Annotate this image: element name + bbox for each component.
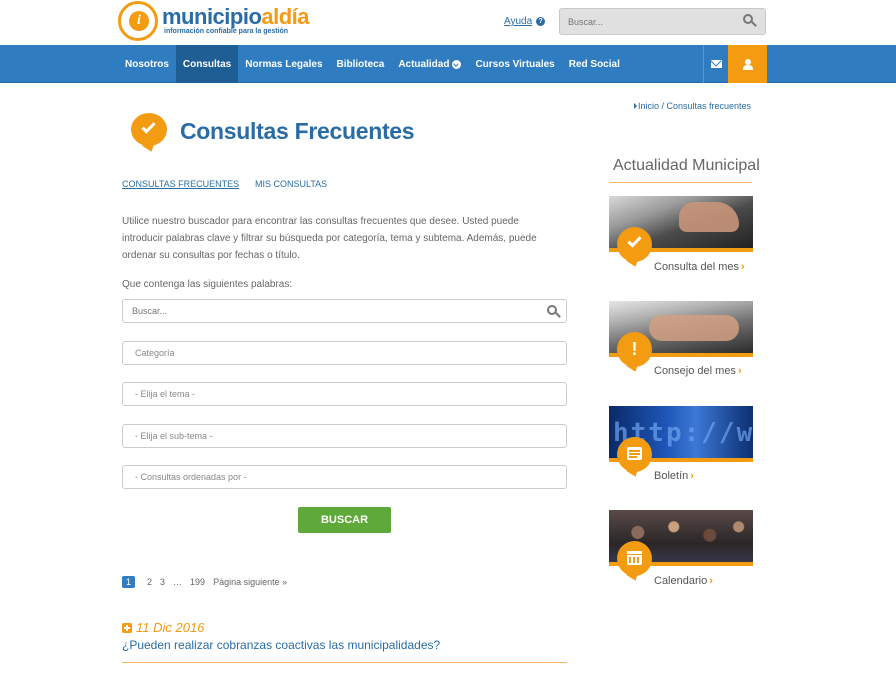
theme-select[interactable]: - Elija el tema - <box>122 382 567 406</box>
page-link[interactable]: 2 <box>147 577 152 587</box>
sidebar-card-label[interactable]: Calendario › <box>654 575 713 587</box>
logo-text: municipioaldía <box>162 4 310 30</box>
help-label: Ayuda <box>504 16 533 27</box>
nav-item-normas-legales[interactable]: Normas Legales <box>238 45 329 83</box>
question-icon: ? <box>536 17 546 26</box>
sidebar-card-label[interactable]: Consulta del mes › <box>654 261 745 273</box>
help-link[interactable]: Ayuda ? <box>504 16 546 27</box>
mail-button[interactable] <box>703 45 728 83</box>
nav-item-nosotros[interactable]: Nosotros <box>118 45 176 83</box>
page-ellipsis: … <box>173 577 183 587</box>
search-submit-button[interactable]: BUSCAR <box>298 507 391 533</box>
sidebar-card-label[interactable]: Consejo del mes › <box>654 365 742 377</box>
logo-mark: i <box>118 1 158 41</box>
envelope-icon <box>710 60 722 68</box>
chevron-down-icon <box>452 59 462 69</box>
site-logo[interactable]: i municipioaldía información confiable p… <box>118 1 310 43</box>
pagination: 1 2 3 … 199 Página siguiente » <box>122 576 295 588</box>
subtheme-select[interactable]: - Elija el sub-tema - <box>122 424 567 448</box>
page-link-last[interactable]: 199 <box>190 577 205 587</box>
order-select[interactable]: - Consultas ordenadas por - <box>122 465 567 489</box>
page-link-current[interactable]: 1 <box>122 576 136 588</box>
category-select[interactable]: Categoría <box>122 341 567 365</box>
logo-tagline: información confiable para la gestión <box>164 28 289 35</box>
card-label-text: Consejo del mes <box>654 365 736 377</box>
sidebar-card-label[interactable]: Boletín › <box>654 470 694 482</box>
site-header: i municipioaldía información confiable p… <box>0 0 896 45</box>
breadcrumb-text: Inicio / Consultas frecuentes <box>638 101 752 111</box>
page-title: Consultas Frecuentes <box>180 118 415 144</box>
nav-item-biblioteca[interactable]: Biblioteca <box>330 45 392 83</box>
header-search <box>559 8 766 35</box>
calendar-icon <box>617 541 655 587</box>
info-icon: i <box>129 11 149 31</box>
divider <box>122 662 567 663</box>
check-icon <box>617 227 655 273</box>
caret-right-icon <box>634 103 637 109</box>
nav-item-actualidad-label: Actualidad <box>398 58 450 70</box>
exclamation-icon: ! <box>617 332 655 378</box>
keyword-search-field <box>122 299 567 323</box>
newspaper-icon <box>617 437 655 483</box>
result-date: 11 Dic 2016 <box>122 620 204 635</box>
sidebar-divider <box>609 182 752 183</box>
tab-consultas-frecuentes[interactable]: CONSULTAS FRECUENTES <box>122 179 239 189</box>
card-label-text: Boletín <box>654 470 689 482</box>
plus-square-icon[interactable] <box>122 622 132 633</box>
nav-items: Nosotros Consultas Normas Legales Biblio… <box>118 45 627 83</box>
logo-word-1: municipio <box>162 4 262 29</box>
sidebar-title: Actualidad Municipal <box>613 157 760 174</box>
keywords-label: Que contenga las siguientes palabras: <box>122 279 293 290</box>
breadcrumb[interactable]: Inicio / Consultas frecuentes <box>634 101 751 111</box>
logo-word-2: aldía <box>261 4 310 29</box>
next-page-link[interactable]: Página siguiente » <box>213 577 287 587</box>
chevron-right-icon: › <box>737 365 742 377</box>
chevron-right-icon: › <box>690 470 694 482</box>
keyword-search-input[interactable] <box>132 306 532 316</box>
main-nav: Nosotros Consultas Normas Legales Biblio… <box>0 45 896 83</box>
card-label-text: Calendario <box>654 575 708 587</box>
page-link[interactable]: 3 <box>160 577 165 587</box>
card-label-text: Consulta del mes <box>654 261 739 273</box>
chevron-right-icon: › <box>741 261 745 273</box>
result-date-text: 11 Dic 2016 <box>136 620 205 635</box>
search-icon[interactable] <box>743 14 757 28</box>
tab-mis-consultas[interactable]: MIS CONSULTAS <box>255 179 327 189</box>
intro-text: Utilice nuestro buscador para encontrar … <box>122 216 537 261</box>
nav-item-actualidad[interactable]: Actualidad <box>391 45 468 83</box>
search-icon[interactable] <box>547 305 561 319</box>
nav-item-consultas[interactable]: Consultas <box>175 45 239 83</box>
nav-item-red-social[interactable]: Red Social <box>562 45 627 83</box>
header-search-input[interactable] <box>560 9 730 34</box>
user-icon <box>742 58 753 70</box>
result-question-link[interactable]: ¿Pueden realizar cobranzas coactivas las… <box>122 638 440 652</box>
nav-item-cursos-virtuales[interactable]: Cursos Virtuales <box>468 45 561 83</box>
check-bubble-icon <box>129 113 167 155</box>
chevron-right-icon: › <box>709 575 713 587</box>
user-button[interactable] <box>728 45 767 83</box>
